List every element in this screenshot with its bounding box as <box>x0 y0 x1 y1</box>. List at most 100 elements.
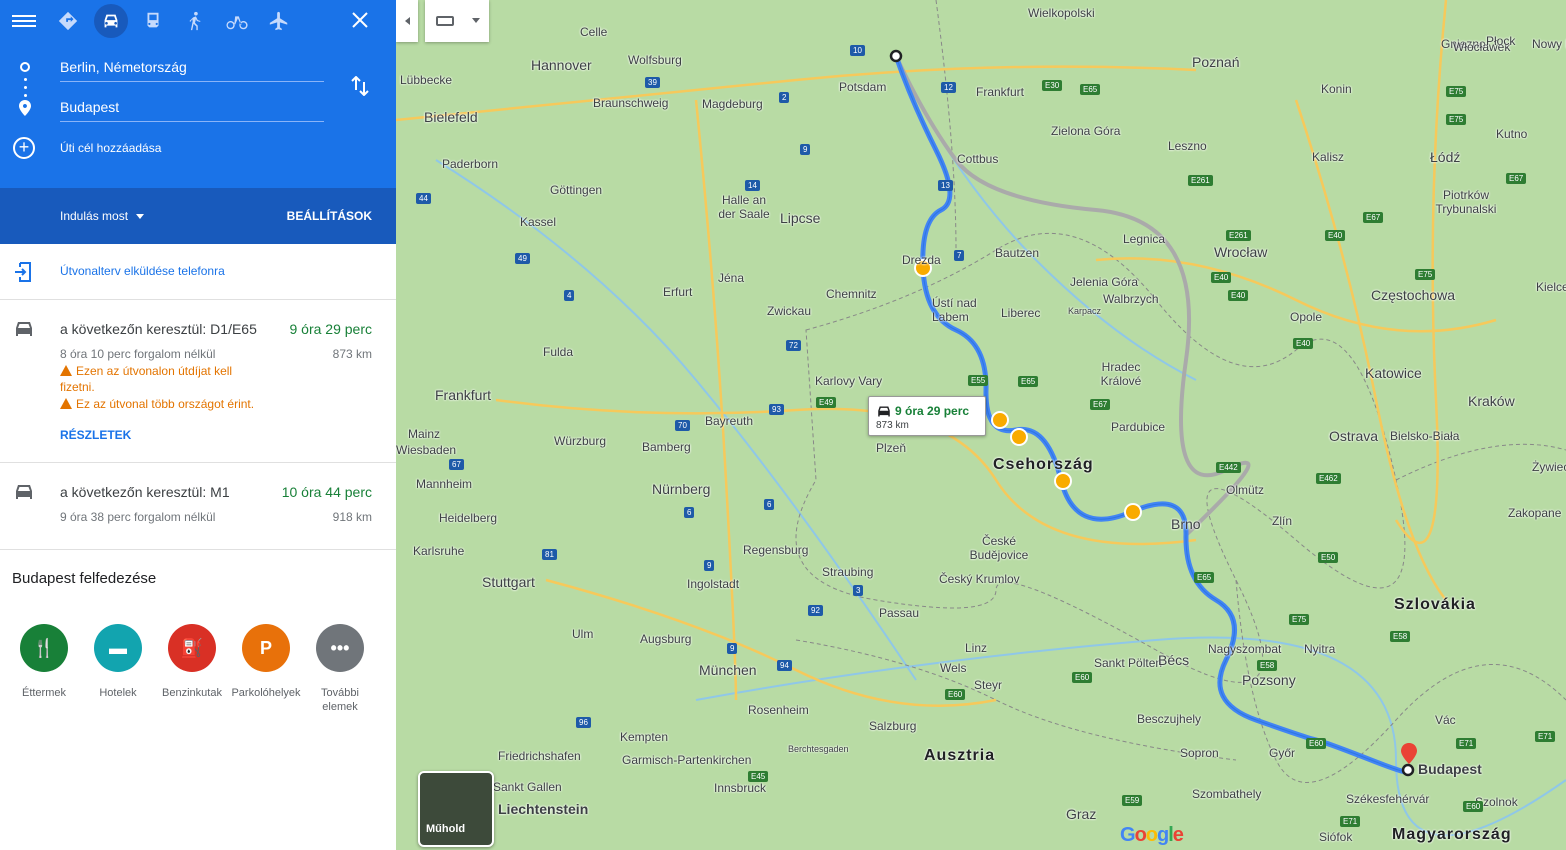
map-canvas[interactable]: Celle Wielkopolski Gniezno Włocławek Pło… <box>396 0 1566 850</box>
map-label: Zlín <box>1272 514 1293 528</box>
map-label: Graz <box>1066 806 1097 822</box>
car-icon <box>878 406 890 417</box>
road-shield: E60 <box>1072 672 1093 683</box>
river <box>895 59 1197 381</box>
map-label: Linz <box>965 641 988 655</box>
category-hotels[interactable]: ▬ Hotelek <box>82 624 154 700</box>
caret-down-icon <box>136 214 145 220</box>
road-shield: E50 <box>1318 552 1339 563</box>
depart-time-label: Indulás most <box>60 209 129 223</box>
map-label: Bécs <box>1158 652 1190 668</box>
more-icon: ••• <box>316 624 364 672</box>
map-label: Ulm <box>572 627 594 641</box>
map-label: Ingolstadt <box>687 577 740 591</box>
map-label: Siófok <box>1319 830 1353 844</box>
border-warning: Ez az útvonal több országot érint. <box>60 396 270 412</box>
road-shield: 39 <box>645 77 660 88</box>
satellite-toggle[interactable]: Műhold <box>418 771 494 847</box>
road-shield: 70 <box>675 420 690 431</box>
road-shield: E40 <box>1211 272 1232 283</box>
road-shield: E60 <box>945 689 966 700</box>
transit-mode-button[interactable] <box>136 4 170 38</box>
category-parking[interactable]: P Parkolóhelyek <box>230 624 302 700</box>
category-label: Éttermek <box>21 687 66 699</box>
map-label: Olmütz <box>1226 483 1265 497</box>
motorway <box>1294 99 1447 601</box>
road-shield: E261 <box>1226 230 1251 241</box>
road-shield: 9 <box>800 144 811 155</box>
menu-icon[interactable] <box>12 12 36 30</box>
toll-icon <box>1054 472 1072 490</box>
route-callout[interactable]: 9 óra 29 perc 873 km <box>868 396 986 436</box>
map-label: Budapest <box>1418 761 1482 777</box>
country-label: Csehország <box>993 456 1094 473</box>
options-button[interactable]: BEÁLLÍTÁSOK <box>287 209 372 223</box>
map-label: Potsdam <box>839 80 887 94</box>
map-label: Besczujhely <box>1137 712 1202 726</box>
map-label: Leszno <box>1168 139 1207 153</box>
chevron-left-icon <box>404 17 410 25</box>
departure-bar: Indulás most BEÁLLÍTÁSOK <box>0 188 396 244</box>
depart-time-dropdown[interactable]: Indulás most <box>60 209 145 223</box>
map-label: Rosenheim <box>748 703 809 717</box>
collapse-panel-button[interactable] <box>396 0 418 42</box>
map-label: Berchtesgaden <box>788 744 849 754</box>
car-mode-button[interactable] <box>94 4 128 38</box>
map-label: Częstochowa <box>1371 287 1456 303</box>
map-label: Cottbus <box>957 152 999 166</box>
category-restaurants[interactable]: 🍴 Éttermek <box>8 624 80 700</box>
send-to-phone-row[interactable]: Útvonalterv elküldése telefonra <box>0 244 396 300</box>
flight-mode-button[interactable] <box>262 4 296 38</box>
route-option-1[interactable]: a következőn keresztül: D1/E65 9 óra 29 … <box>0 300 396 463</box>
map-label: Zielona Góra <box>1051 124 1121 138</box>
car-icon <box>104 14 118 28</box>
bike-mode-button[interactable] <box>220 4 254 38</box>
details-button[interactable]: RÉSZLETEK <box>60 428 131 442</box>
road-shield: E40 <box>1293 338 1314 349</box>
input-tools-button[interactable] <box>425 0 489 42</box>
origin-dot-icon <box>20 62 30 72</box>
country-label: Ausztria <box>924 747 996 764</box>
map-label: Göttingen <box>550 183 603 197</box>
route-option-2[interactable]: a következőn keresztül: M1 10 óra 44 per… <box>0 463 396 550</box>
category-more[interactable]: ••• További elemek <box>304 624 376 714</box>
add-destination-icon[interactable]: + <box>13 137 35 159</box>
walk-mode-button[interactable] <box>178 4 212 38</box>
road-shield: 6 <box>684 507 695 518</box>
motorway <box>694 99 738 701</box>
road-shield: 12 <box>941 82 956 93</box>
map-label: Kutno <box>1496 127 1528 141</box>
destination-input[interactable]: Budapest <box>60 94 324 122</box>
best-mode-button[interactable] <box>51 4 85 38</box>
swap-icon[interactable] <box>350 76 370 96</box>
map-label: Pardubice <box>1111 420 1166 434</box>
map-label: Kempten <box>620 730 669 744</box>
map-label: Drezda <box>902 253 941 267</box>
road-shield: 6 <box>764 499 775 510</box>
country-label: Magyarország <box>1392 826 1512 843</box>
road-shield: E75 <box>1446 86 1467 97</box>
connector-dot <box>24 78 27 81</box>
road-shield: E40 <box>1325 230 1346 241</box>
road-shield: E30 <box>1042 80 1063 91</box>
close-icon[interactable] <box>348 8 372 32</box>
road-shield: 3 <box>853 585 864 596</box>
category-gas-stations[interactable]: ⛽ Benzinkutak <box>156 624 228 700</box>
map-label: Straubing <box>822 565 874 579</box>
connector-dot <box>24 94 27 97</box>
map-label: Innsbruck <box>714 781 767 795</box>
map-label: Regensburg <box>743 543 809 557</box>
road-shield: 13 <box>938 180 953 191</box>
road-shield: E71 <box>1456 738 1477 749</box>
add-destination-button[interactable]: Úti cél hozzáadása <box>60 141 161 155</box>
route-no-traffic: 9 óra 38 perc forgalom nélkül <box>60 510 216 524</box>
map-label: Bielefeld <box>424 109 478 125</box>
road-shield: E75 <box>1446 114 1467 125</box>
road-shield: E58 <box>1257 660 1278 671</box>
warning-icon <box>60 365 72 376</box>
map-label: Lipcse <box>780 210 821 226</box>
send-to-phone-link[interactable]: Útvonalterv elküldése telefonra <box>60 264 225 278</box>
origin-input[interactable]: Berlin, Németország <box>60 54 324 82</box>
map-label: Kassel <box>520 215 557 229</box>
walk-icon <box>189 11 201 31</box>
